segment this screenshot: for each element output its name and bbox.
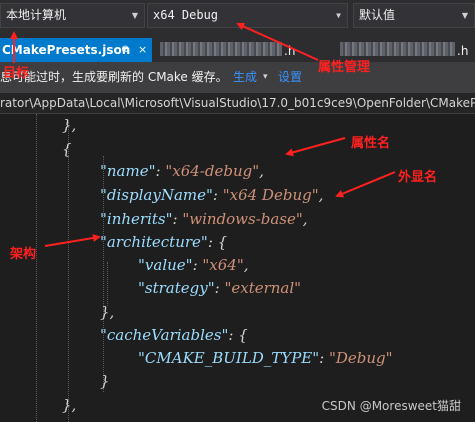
chevron-down-icon: ▼ [336,11,341,20]
pin-icon[interactable]: ⊕ [121,38,129,62]
indent-guide [107,262,108,306]
tab-label: CMakePresets.json [2,43,131,57]
annotation-architecture: 架构 [10,247,37,262]
tab-blurred-name-1[interactable] [160,42,282,56]
code-line-strategy: "strategy": "external" [138,279,302,297]
code-line-build-type: "CMAKE_BUILD_TYPE": "Debug" [138,349,393,367]
annotation-target: 目标 [3,66,30,81]
annotation-property-manager: 属性管理 [318,60,371,75]
annotation-display-name: 外显名 [398,170,438,185]
info-message: 息可能过时，生成要刷新的 CMake 缓存。 [0,70,228,84]
indent-guide [36,114,37,422]
code-line-cachevariables: "cacheVariables": { [100,326,248,344]
code-line-value: "value": "x64", [138,256,249,274]
annotation-property-name: 属性名 [351,136,391,151]
configuration-value: x64 Debug [153,8,219,22]
watermark: CSDN @Moresweet猫甜 [321,399,461,413]
tab-cmakepresets[interactable]: CMakePresets.json ⊕ × [0,38,152,62]
preset-value: 默认值 [359,8,396,22]
code-line: }, [62,396,77,414]
chevron-down-icon: ▼ [461,11,468,20]
code-line-displayname: "displayName": "x64 Debug", [100,186,324,204]
tab-ext-2: .h [457,44,469,58]
code-line: { [62,140,72,158]
code-line: }, [100,303,115,321]
configuration-dropdown[interactable]: x64 Debug ▼ [147,3,348,28]
preset-dropdown[interactable]: 默认值 ▼ [353,3,475,28]
target-system-dropdown[interactable]: 本地计算机 ▼ [0,3,145,28]
tab-ext-1: .h [284,44,296,58]
info-bar: 息可能过时，生成要刷新的 CMake 缓存。 生成 ▾ 设置 [0,62,475,92]
toolbar: 本地计算机 ▼ x64 Debug ▼ 默认值 ▼ [0,0,475,34]
code-line: }, [62,116,77,134]
file-path: rator\AppData\Local\Microsoft\VisualStud… [0,96,475,110]
indent-guide [68,122,69,422]
code-line: } [100,372,110,390]
tab-blurred-name-2[interactable] [340,42,455,56]
file-path-bar: rator\AppData\Local\Microsoft\VisualStud… [0,92,475,114]
generate-link[interactable]: 生成 [233,62,257,92]
code-line-architecture: "architecture": { [100,233,228,251]
chevron-down-icon: ▼ [131,11,138,20]
chevron-down-icon[interactable]: ▾ [263,62,268,92]
settings-link[interactable]: 设置 [278,62,302,92]
close-icon[interactable]: × [138,38,147,62]
target-system-value: 本地计算机 [6,8,67,22]
code-line-inherits: "inherits": "windows-base", [100,210,308,228]
code-editor[interactable]: }, { "name": "x64-debug", "displayName":… [0,114,475,422]
code-line-name: "name": "x64-debug", [100,162,264,180]
